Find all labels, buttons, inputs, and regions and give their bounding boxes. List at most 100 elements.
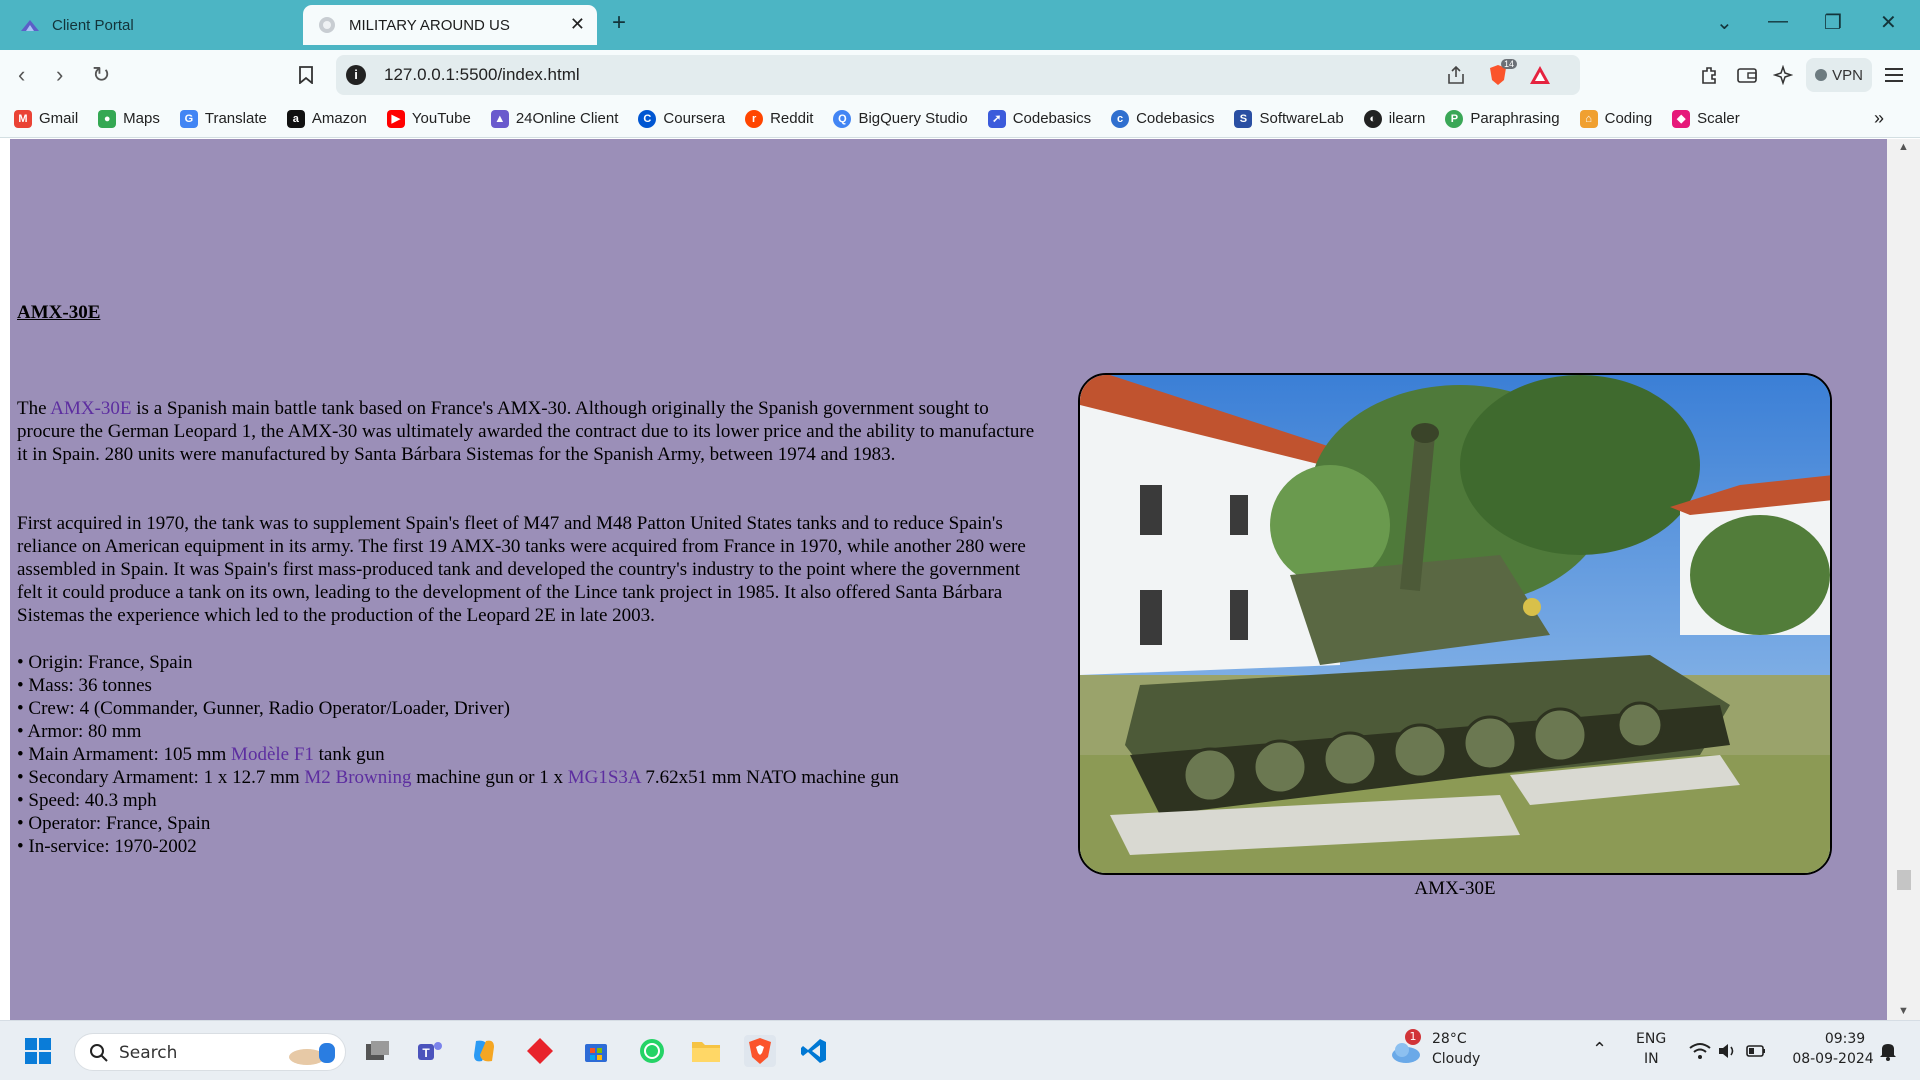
spec-in-service: • In-service: 1970-2002 bbox=[17, 836, 197, 857]
forward-button[interactable]: › bbox=[56, 62, 63, 88]
bookmark-youtube[interactable]: ▶ YouTube bbox=[386, 109, 471, 128]
bookmark-bigquery[interactable]: Q BigQuery Studio bbox=[833, 109, 968, 128]
file-explorer-icon[interactable] bbox=[690, 1035, 722, 1067]
vpn-label: VPN bbox=[1832, 66, 1863, 84]
coding-icon: ⌂ bbox=[1579, 109, 1598, 128]
text-span: • Main Armament: 105 mm bbox=[17, 744, 232, 765]
whatsapp-icon[interactable] bbox=[636, 1035, 668, 1067]
scaler-icon: ◆ bbox=[1672, 109, 1691, 128]
m2-browning-link[interactable]: M2 Browning bbox=[304, 767, 411, 788]
24online-icon: ▲ bbox=[490, 109, 509, 128]
codebasics-icon: c bbox=[1111, 109, 1130, 128]
reload-button[interactable]: ↻ bbox=[92, 62, 110, 88]
bookmark-24online[interactable]: ▲ 24Online Client bbox=[490, 109, 619, 128]
shields-count-badge: 14 bbox=[1501, 59, 1518, 69]
weather-temperature[interactable]: 28°C bbox=[1432, 1031, 1467, 1047]
bookmark-softwarelab[interactable]: S SoftwareLab bbox=[1234, 109, 1344, 128]
maps-icon: ● bbox=[98, 109, 117, 128]
extensions-icon[interactable] bbox=[1697, 63, 1721, 87]
bookmark-label: Gmail bbox=[39, 110, 79, 127]
scroll-up-arrow-icon[interactable]: ▲ bbox=[1898, 141, 1909, 153]
weather-description[interactable]: Cloudy bbox=[1432, 1051, 1480, 1067]
ilearn-icon: ◐ bbox=[1363, 109, 1382, 128]
minimize-button[interactable]: — bbox=[1768, 10, 1788, 33]
app-diamond-icon[interactable] bbox=[524, 1035, 556, 1067]
close-tab-icon[interactable]: ✕ bbox=[570, 14, 585, 35]
vpn-button[interactable]: VPN bbox=[1806, 58, 1872, 92]
text-span: 7.62x51 mm NATO machine gun bbox=[640, 767, 899, 788]
bookmark-gmail[interactable]: M Gmail bbox=[14, 109, 79, 128]
menu-icon[interactable] bbox=[1882, 63, 1906, 87]
bookmark-scaler[interactable]: ◆ Scaler bbox=[1672, 109, 1740, 128]
spec-armor: • Armor: 80 mm bbox=[17, 721, 142, 742]
share-icon[interactable] bbox=[1444, 63, 1468, 87]
tank-photo-illustration bbox=[1080, 375, 1830, 873]
spec-origin: • Origin: France, Spain bbox=[17, 652, 193, 673]
task-view-icon[interactable] bbox=[362, 1035, 394, 1067]
new-tab-button[interactable]: + bbox=[612, 9, 626, 37]
history-paragraph: First acquired in 1970, the tank was to … bbox=[17, 513, 1026, 626]
scroll-down-arrow-icon[interactable]: ▼ bbox=[1898, 1005, 1909, 1017]
bookmark-translate[interactable]: G Translate bbox=[179, 109, 267, 128]
bookmark-label: Coding bbox=[1604, 110, 1653, 127]
bookmark-paraphrasing[interactable]: P Paraphrasing bbox=[1445, 109, 1560, 128]
bookmark-codebasics-1[interactable]: ➚ Codebasics bbox=[987, 109, 1092, 128]
url-text[interactable]: 127.0.0.1:5500/index.html bbox=[384, 65, 580, 85]
brave-browser-taskbar-icon[interactable] bbox=[744, 1035, 776, 1067]
browser-tab-bar: Client Portal MILITARY AROUND US ✕ + ⌄ —… bbox=[0, 0, 1920, 50]
start-button[interactable] bbox=[22, 1035, 54, 1067]
wallet-icon[interactable] bbox=[1735, 63, 1759, 87]
page-scrollbar[interactable]: ▲ ▼ bbox=[1887, 139, 1920, 1020]
bookmark-label: Codebasics bbox=[1012, 110, 1092, 127]
battery-icon[interactable] bbox=[1740, 1035, 1772, 1067]
amx-30e-tank-photo bbox=[1078, 373, 1832, 875]
bookmark-reddit[interactable]: r Reddit bbox=[745, 109, 813, 128]
restore-button[interactable]: ❐ bbox=[1824, 10, 1842, 35]
back-button[interactable]: ‹ bbox=[18, 62, 25, 88]
leo-ai-icon[interactable] bbox=[1771, 63, 1795, 87]
bookmark-coding[interactable]: ⌂ Coding bbox=[1579, 109, 1653, 128]
tab-client-portal[interactable]: Client Portal bbox=[8, 5, 298, 45]
tab-military-around-us[interactable]: MILITARY AROUND US ✕ bbox=[303, 5, 597, 45]
tab-search-chevron-icon[interactable]: ⌄ bbox=[1716, 10, 1733, 35]
bookmark-label: Amazon bbox=[311, 110, 367, 127]
text-span: • Secondary Armament: 1 x 12.7 mm bbox=[17, 767, 305, 788]
scrollbar-thumb[interactable] bbox=[1897, 870, 1911, 890]
text-span: tank gun bbox=[313, 744, 385, 765]
show-hidden-icons-chevron-icon[interactable]: ⌃ bbox=[1592, 1039, 1607, 1060]
bookmark-maps[interactable]: ● Maps bbox=[98, 109, 160, 128]
mg1s3a-link[interactable]: MG1S3A bbox=[568, 767, 641, 788]
spec-list: • Origin: France, Spain • Mass: 36 tonne… bbox=[17, 651, 899, 858]
softwarelab-icon: S bbox=[1234, 109, 1253, 128]
bookmark-page-icon[interactable] bbox=[294, 63, 318, 87]
bookmark-label: 24Online Client bbox=[515, 110, 619, 127]
amx-30e-link[interactable]: AMX-30E bbox=[50, 398, 131, 419]
weather-alert-badge: 1 bbox=[1405, 1029, 1421, 1045]
bookmarks-bar: M Gmail ● Maps G Translate a Amazon ▶ YouTube… bbox=[0, 100, 1920, 138]
notification-bell-icon[interactable] bbox=[1872, 1035, 1904, 1067]
microsoft-store-icon[interactable] bbox=[580, 1035, 612, 1067]
bookmark-codebasics-2[interactable]: c Codebasics bbox=[1111, 109, 1214, 128]
browser-toolbar: ‹ › ↻ i 127.0.0.1:5500/index.html 14 VPN bbox=[0, 50, 1920, 100]
close-window-button[interactable]: ✕ bbox=[1880, 10, 1897, 35]
address-bar[interactable]: i 127.0.0.1:5500/index.html 14 bbox=[336, 55, 1580, 95]
more-bookmarks-chevron-icon[interactable]: » bbox=[1874, 108, 1884, 129]
translate-icon: G bbox=[179, 109, 198, 128]
taskbar-search-box[interactable]: Search bbox=[74, 1033, 346, 1071]
bookmark-coursera[interactable]: C Coursera bbox=[638, 109, 726, 128]
copilot-icon[interactable] bbox=[468, 1035, 500, 1067]
modele-f1-link[interactable]: Modèle F1 bbox=[231, 744, 314, 765]
bookmark-label: Coursera bbox=[663, 110, 726, 127]
bookmark-ilearn[interactable]: ◐ ilearn bbox=[1363, 109, 1425, 128]
vscode-icon[interactable] bbox=[798, 1035, 830, 1067]
bookmark-amazon[interactable]: a Amazon bbox=[286, 109, 367, 128]
language-region[interactable]: IN bbox=[1644, 1051, 1659, 1067]
page-viewport: AMX-30E The AMX-30E is a Spanish main ba… bbox=[0, 139, 1920, 1020]
site-info-icon[interactable]: i bbox=[346, 65, 366, 85]
clock-date[interactable]: 08-09-2024 bbox=[1786, 1051, 1880, 1067]
teams-icon[interactable]: T bbox=[414, 1035, 446, 1067]
tab-label: Client Portal bbox=[52, 16, 134, 34]
language-indicator[interactable]: ENG bbox=[1636, 1031, 1666, 1047]
clock-time[interactable]: 09:39 bbox=[1810, 1031, 1880, 1047]
brave-rewards-icon[interactable] bbox=[1528, 63, 1552, 87]
